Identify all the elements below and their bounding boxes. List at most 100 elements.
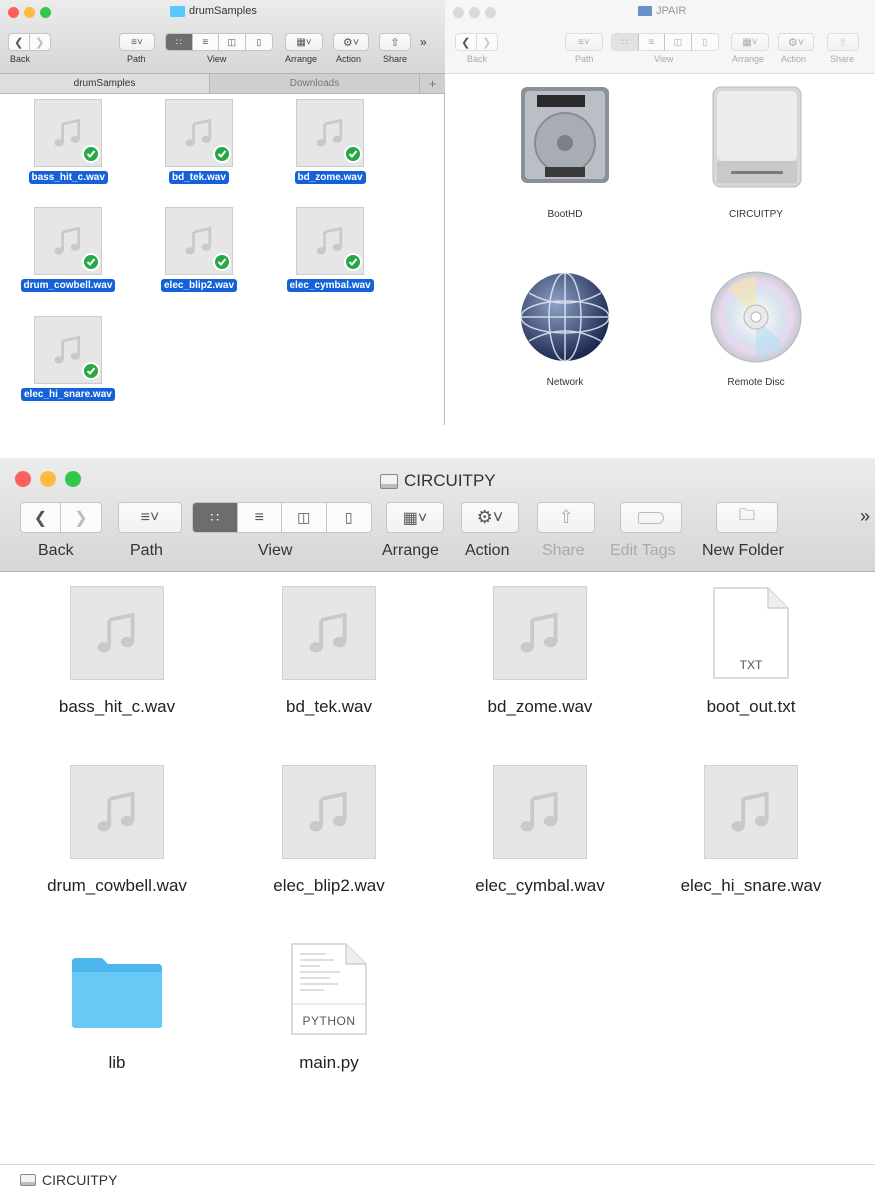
back-forward-buttons[interactable]: ❮ ❯ xyxy=(455,33,498,51)
arrange-button[interactable]: ▦˅ xyxy=(731,33,769,51)
column-view-icon[interactable]: ◫ xyxy=(219,34,246,50)
column-view-icon[interactable]: ◫ xyxy=(665,34,692,50)
device-remote-disc[interactable]: Remote Disc xyxy=(701,265,811,395)
window-title: JPAIR xyxy=(638,4,686,18)
minimize-button-inactive[interactable] xyxy=(469,7,480,18)
action-button[interactable]: ⚙˅ xyxy=(778,33,814,51)
path-button[interactable]: ≡˅ xyxy=(119,33,155,51)
music-note-icon xyxy=(185,226,212,255)
back-icon[interactable]: ❮ xyxy=(21,503,62,532)
file-name: bd_tek.wav xyxy=(169,171,229,184)
view-segmented[interactable]: ∷ ≡ ◫ ▯ xyxy=(192,502,372,533)
optical-disc-icon xyxy=(710,271,802,363)
list-view-icon[interactable]: ≡ xyxy=(193,34,219,50)
list-view-icon[interactable]: ≡ xyxy=(238,503,282,532)
new-tab-button[interactable]: + xyxy=(420,74,445,93)
drive-icon xyxy=(380,473,398,489)
device-boothd[interactable]: BootHD xyxy=(510,85,620,225)
device-network[interactable]: Network xyxy=(510,265,620,395)
gear-icon: ⚙˅ xyxy=(787,36,805,49)
file-item[interactable]: drum_cowbell.wav xyxy=(17,765,217,915)
gear-icon: ⚙˅ xyxy=(476,507,504,527)
file-item[interactable]: bd_tek.wav xyxy=(153,99,249,199)
back-icon[interactable]: ❮ xyxy=(456,34,477,50)
close-button[interactable] xyxy=(8,7,19,18)
file-item[interactable]: bd_zome.wav xyxy=(440,586,640,736)
share-button[interactable]: ⇧ xyxy=(827,33,859,51)
gallery-view-icon[interactable]: ▯ xyxy=(246,34,272,50)
forward-icon[interactable]: ❯ xyxy=(61,503,101,532)
file-item[interactable]: elec_cymbal.wav xyxy=(284,207,380,307)
path-label: Path xyxy=(127,54,146,64)
audio-file-icon xyxy=(70,765,164,859)
gallery-view-icon[interactable]: ▯ xyxy=(327,503,371,532)
audio-file-icon xyxy=(70,586,164,680)
file-item[interactable]: bass_hit_c.wav xyxy=(17,586,217,736)
zoom-button-inactive[interactable] xyxy=(485,7,496,18)
check-icon xyxy=(82,362,100,380)
share-button[interactable]: ⇧ xyxy=(379,33,411,51)
share-button[interactable]: ⇧ xyxy=(537,502,595,533)
zoom-button[interactable] xyxy=(40,7,51,18)
arrange-button[interactable]: ▦˅ xyxy=(386,502,444,533)
column-view-icon[interactable]: ◫ xyxy=(282,503,327,532)
tab-downloads[interactable]: Downloads xyxy=(210,74,420,93)
share-label: Share xyxy=(830,54,855,64)
action-button[interactable]: ⚙˅ xyxy=(333,33,369,51)
path-button[interactable]: ≡˅ xyxy=(118,502,182,533)
back-icon[interactable]: ❮ xyxy=(9,34,30,50)
action-button[interactable]: ⚙˅ xyxy=(461,502,519,533)
gallery-view-icon[interactable]: ▯ xyxy=(692,34,718,50)
file-item[interactable]: lib xyxy=(17,942,217,1092)
view-segmented[interactable]: ∷ ≡ ◫ ▯ xyxy=(611,33,719,51)
file-item[interactable]: elec_blip2.wav xyxy=(153,207,249,307)
tab-drumsamples[interactable]: drumSamples xyxy=(0,74,210,93)
file-item[interactable]: bd_zome.wav xyxy=(284,99,380,199)
more-chevron-icon[interactable]: » xyxy=(420,35,427,49)
file-name: drum_cowbell.wav xyxy=(20,279,116,292)
icon-view-icon[interactable]: ∷ xyxy=(166,34,193,50)
action-label: Action xyxy=(465,542,510,559)
minimize-button[interactable] xyxy=(24,7,35,18)
close-button[interactable] xyxy=(15,471,31,487)
view-segmented[interactable]: ∷ ≡ ◫ ▯ xyxy=(165,33,273,51)
arrange-icon: ▦˅ xyxy=(296,36,312,48)
file-name: elec_blip2.wav xyxy=(273,876,385,895)
file-item[interactable]: elec_hi_snare.wav xyxy=(651,765,851,915)
right-toolbar: JPAIR ❮ ❯ Back ≡˅ Path ∷ ≡ ◫ ▯ View ▦˅ A… xyxy=(445,0,875,74)
action-label: Action xyxy=(781,54,807,64)
file-item[interactable]: elec_hi_snare.wav xyxy=(21,316,118,416)
icon-view-icon[interactable]: ∷ xyxy=(193,503,238,532)
minimize-button[interactable] xyxy=(40,471,56,487)
arrange-button[interactable]: ▦˅ xyxy=(285,33,323,51)
music-note-icon xyxy=(54,118,81,147)
path-bar-item[interactable]: CIRCUITPY xyxy=(42,1172,117,1188)
zoom-button[interactable] xyxy=(65,471,81,487)
file-item[interactable]: drum_cowbell.wav xyxy=(20,207,118,307)
list-view-icon[interactable]: ≡ xyxy=(639,34,665,50)
new-folder-label: New Folder xyxy=(702,542,784,559)
file-item[interactable]: PYTHON main.py xyxy=(229,942,429,1092)
forward-icon[interactable]: ❯ xyxy=(30,34,50,50)
check-icon xyxy=(82,253,100,271)
new-folder-button[interactable]: 🗀 xyxy=(716,502,778,533)
edit-tags-button[interactable] xyxy=(620,502,682,533)
check-icon xyxy=(213,253,231,271)
device-circuitpy[interactable]: CIRCUITPY xyxy=(701,85,811,225)
forward-icon[interactable]: ❯ xyxy=(477,34,497,50)
icon-view-icon[interactable]: ∷ xyxy=(612,34,639,50)
network-globe-icon xyxy=(520,272,610,362)
file-item[interactable]: bass_hit_c.wav xyxy=(22,99,118,199)
file-item[interactable]: elec_blip2.wav xyxy=(229,765,429,915)
file-item[interactable]: TXT boot_out.txt xyxy=(651,586,851,736)
path-button[interactable]: ≡˅ xyxy=(565,33,603,51)
device-label: Remote Disc xyxy=(727,377,785,388)
back-forward-buttons[interactable]: ❮ ❯ xyxy=(8,33,51,51)
more-chevron-icon[interactable]: » xyxy=(860,506,870,527)
music-note-icon xyxy=(185,118,212,147)
file-item[interactable]: bd_tek.wav xyxy=(229,586,429,736)
music-note-icon xyxy=(54,335,81,364)
file-item[interactable]: elec_cymbal.wav xyxy=(440,765,640,915)
close-button-inactive[interactable] xyxy=(453,7,464,18)
back-forward-buttons[interactable]: ❮ ❯ xyxy=(20,502,102,533)
